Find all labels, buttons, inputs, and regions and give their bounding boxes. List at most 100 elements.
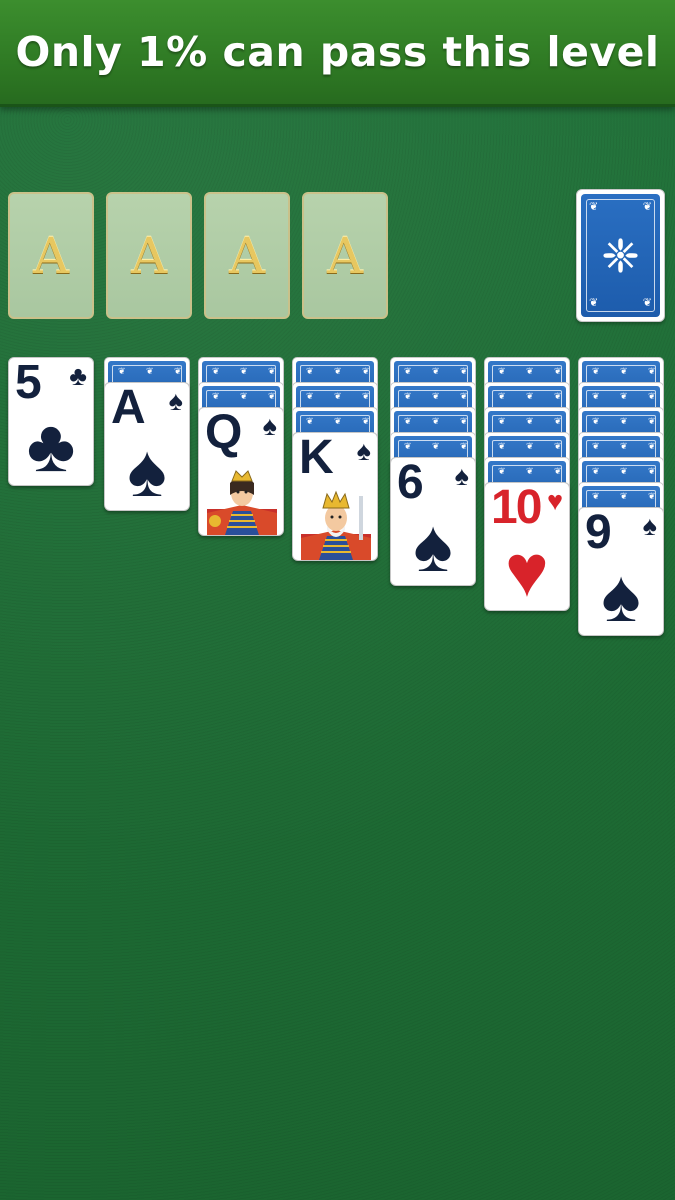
corner-ornament-icon: ❦ (554, 391, 562, 401)
corner-ornament-icon: ❦ (620, 416, 628, 426)
suit-icon: ♣ (69, 361, 87, 391)
corner-ornament-icon: ❦ (620, 366, 628, 376)
corner-ornament-icon: ❦ (589, 297, 599, 309)
face-up-card[interactable]: 10 ♥ ♥ (484, 482, 570, 611)
corner-ornament-icon: ❦ (498, 416, 506, 426)
level-banner: Only 1% can pass this level (0, 0, 675, 107)
corner-ornament-icon: ❦ (460, 416, 468, 426)
foundation-slot-1[interactable]: A (8, 192, 94, 319)
corner-ornament-icon: ❦ (648, 391, 656, 401)
corner-ornament-icon: ❦ (648, 441, 656, 451)
corner-ornament-icon: ❦ (362, 391, 370, 401)
foundation-label: A (130, 226, 168, 285)
foundation-slot-3[interactable]: A (204, 192, 290, 319)
corner-ornament-icon: ❦ (212, 366, 220, 376)
corner-ornament-icon: ❦ (404, 441, 412, 451)
corner-ornament-icon: ❦ (334, 366, 342, 376)
face-up-card[interactable]: Q ♠ (198, 407, 284, 536)
corner-ornament-icon: ❦ (554, 416, 562, 426)
corner-ornament-icon: ❦ (526, 391, 534, 401)
suit-icon: ♠ (601, 554, 641, 636)
corner-ornament-icon: ❦ (526, 416, 534, 426)
corner-ornament-icon: ❦ (642, 297, 652, 309)
corner-ornament-icon: ❦ (432, 391, 440, 401)
foundation-slot-4[interactable]: A (302, 192, 388, 319)
king-portrait-icon (301, 490, 371, 560)
card-rank: 10 (491, 482, 542, 534)
corner-ornament-icon: ❦ (648, 491, 656, 501)
suit-icon: ♠ (642, 511, 657, 541)
corner-ornament-icon: ❦ (334, 391, 342, 401)
corner-ornament-icon: ❦ (620, 391, 628, 401)
suit-icon: ♠ (168, 386, 183, 416)
stock-pile[interactable]: ❦ ❦ ❦ ❦ ❈ (576, 189, 665, 322)
suit-icon: ♠ (356, 436, 371, 466)
foundation-label: A (228, 226, 266, 285)
face-up-card[interactable]: 9 ♠ ♠ (578, 507, 664, 636)
corner-ornament-icon: ❦ (554, 466, 562, 476)
corner-ornament-icon: ❦ (306, 366, 314, 376)
foundation-label: A (326, 226, 364, 285)
corner-ornament-icon: ❦ (589, 201, 599, 213)
corner-ornament-icon: ❦ (620, 441, 628, 451)
corner-ornament-icon: ❦ (460, 366, 468, 376)
corner-ornament-icon: ❦ (648, 466, 656, 476)
corner-ornament-icon: ❦ (334, 416, 342, 426)
card-rank: A (111, 382, 146, 434)
corner-ornament-icon: ❦ (592, 416, 600, 426)
corner-ornament-icon: ❦ (592, 466, 600, 476)
corner-ornament-icon: ❦ (592, 441, 600, 451)
damask-ornament-icon: ❈ (601, 229, 640, 282)
corner-ornament-icon: ❦ (460, 391, 468, 401)
corner-ornament-icon: ❦ (174, 366, 182, 376)
suit-icon: ♣ (26, 404, 76, 486)
card-rank: 6 (397, 457, 424, 509)
corner-ornament-icon: ❦ (268, 366, 276, 376)
suit-icon: ♠ (454, 461, 469, 491)
corner-ornament-icon: ❦ (432, 366, 440, 376)
corner-ornament-icon: ❦ (268, 391, 276, 401)
corner-ornament-icon: ❦ (592, 491, 600, 501)
corner-ornament-icon: ❦ (498, 441, 506, 451)
corner-ornament-icon: ❦ (362, 366, 370, 376)
corner-ornament-icon: ❦ (498, 466, 506, 476)
corner-ornament-icon: ❦ (620, 466, 628, 476)
face-up-card[interactable]: A ♠ ♠ (104, 382, 190, 511)
corner-ornament-icon: ❦ (306, 391, 314, 401)
corner-ornament-icon: ❦ (212, 391, 220, 401)
corner-ornament-icon: ❦ (404, 416, 412, 426)
corner-ornament-icon: ❦ (432, 441, 440, 451)
queen-portrait-icon (207, 470, 277, 535)
corner-ornament-icon: ❦ (432, 416, 440, 426)
corner-ornament-icon: ❦ (592, 391, 600, 401)
corner-ornament-icon: ❦ (526, 441, 534, 451)
card-rank: 9 (585, 507, 612, 559)
card-back-design: ❦ ❦ ❦ ❦ ❈ (581, 194, 660, 317)
corner-ornament-icon: ❦ (642, 201, 652, 213)
corner-ornament-icon: ❦ (498, 391, 506, 401)
corner-ornament-icon: ❦ (404, 366, 412, 376)
corner-ornament-icon: ❦ (526, 366, 534, 376)
corner-ornament-icon: ❦ (240, 366, 248, 376)
corner-ornament-icon: ❦ (460, 441, 468, 451)
banner-title: Only 1% can pass this level (15, 28, 660, 76)
card-rank: Q (205, 407, 242, 459)
face-up-card[interactable]: 6 ♠ ♠ (390, 457, 476, 586)
card-rank: 5 (15, 357, 42, 409)
corner-ornament-icon: ❦ (554, 366, 562, 376)
corner-ornament-icon: ❦ (554, 441, 562, 451)
corner-ornament-icon: ❦ (306, 416, 314, 426)
corner-ornament-icon: ❦ (118, 366, 126, 376)
corner-ornament-icon: ❦ (648, 366, 656, 376)
face-up-card[interactable]: K ♠ (292, 432, 378, 561)
suit-icon: ♥ (505, 529, 549, 611)
face-up-card[interactable]: 5 ♣ ♣ (8, 357, 94, 486)
foundation-label: A (32, 226, 70, 285)
corner-ornament-icon: ❦ (648, 416, 656, 426)
corner-ornament-icon: ❦ (240, 391, 248, 401)
corner-ornament-icon: ❦ (526, 466, 534, 476)
card-rank: K (299, 432, 334, 484)
suit-icon: ♠ (262, 411, 277, 441)
corner-ornament-icon: ❦ (592, 366, 600, 376)
foundation-slot-2[interactable]: A (106, 192, 192, 319)
